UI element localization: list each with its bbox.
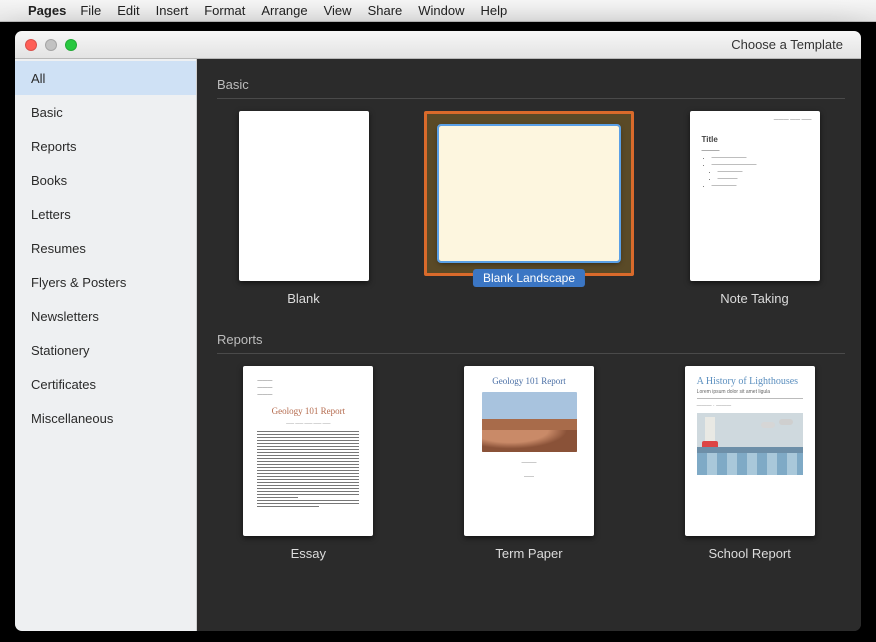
sidebar-item-newsletters[interactable]: Newsletters	[15, 299, 196, 333]
menu-help[interactable]: Help	[481, 3, 508, 18]
section-basic-row: Blank Blank Landscape ——— —— —— Title ——…	[213, 111, 845, 306]
sidebar-item-all[interactable]: All	[15, 61, 196, 95]
menu-window[interactable]: Window	[418, 3, 464, 18]
term-paper-title-text: Geology 101 Report	[478, 376, 580, 386]
sidebar-item-miscellaneous[interactable]: Miscellaneous	[15, 401, 196, 435]
menu-share[interactable]: Share	[368, 3, 403, 18]
category-sidebar: All Basic Reports Books Letters Resumes …	[15, 59, 197, 631]
macos-menubar: Pages File Edit Insert Format Arrange Vi…	[0, 0, 876, 22]
section-reports-row: ——— ——— ——— Geology 101 Report —— —— —— …	[213, 366, 845, 561]
sidebar-item-resumes[interactable]: Resumes	[15, 231, 196, 265]
menu-view[interactable]: View	[324, 3, 352, 18]
template-blank-landscape[interactable]: Blank Landscape	[424, 111, 634, 306]
term-paper-photo-placeholder	[482, 392, 577, 452]
window-controls	[25, 39, 77, 51]
window-titlebar: Choose a Template	[15, 31, 861, 59]
essay-title-text: Geology 101 Report	[257, 406, 359, 416]
template-note-taking[interactable]: ——— —— —— Title ——— ——————— ————————— ——…	[664, 111, 845, 306]
sidebar-item-books[interactable]: Books	[15, 163, 196, 197]
template-label: Blank	[287, 291, 320, 306]
section-heading-basic: Basic	[217, 77, 845, 99]
template-thumbnail-school-report[interactable]: A History of Lighthouses Lorem ipsum dol…	[685, 366, 815, 536]
school-report-photo-placeholder	[697, 413, 803, 475]
template-label: Essay	[291, 546, 326, 561]
sidebar-item-certificates[interactable]: Certificates	[15, 367, 196, 401]
app-menu[interactable]: Pages	[28, 3, 66, 18]
menu-insert[interactable]: Insert	[156, 3, 189, 18]
window-title: Choose a Template	[731, 37, 843, 52]
minimize-window-button	[45, 39, 57, 51]
school-report-title-text: A History of Lighthouses	[697, 376, 803, 387]
template-label: Term Paper	[495, 546, 562, 561]
sidebar-item-letters[interactable]: Letters	[15, 197, 196, 231]
template-thumbnail-blank[interactable]	[239, 111, 369, 281]
selected-template-frame[interactable]: Blank Landscape	[424, 111, 634, 276]
menu-file[interactable]: File	[80, 3, 101, 18]
template-thumbnail-essay[interactable]: ——— ——— ——— Geology 101 Report —— —— —— …	[243, 366, 373, 536]
template-school-report[interactable]: A History of Lighthouses Lorem ipsum dol…	[654, 366, 845, 561]
menu-format[interactable]: Format	[204, 3, 245, 18]
section-heading-reports: Reports	[217, 332, 845, 354]
template-chooser-window: Choose a Template All Basic Reports Book…	[14, 30, 862, 632]
selected-template-label: Blank Landscape	[473, 269, 585, 287]
template-thumbnail-blank-landscape[interactable]	[439, 126, 619, 261]
sidebar-item-basic[interactable]: Basic	[15, 95, 196, 129]
sidebar-item-reports[interactable]: Reports	[15, 129, 196, 163]
note-date-placeholder: ——— —— ——	[690, 111, 820, 123]
template-thumbnail-note-taking[interactable]: ——— —— —— Title ——— ——————— ————————— ——…	[690, 111, 820, 281]
template-label: Note Taking	[720, 291, 788, 306]
school-report-subtitle-text: Lorem ipsum dolor sit amet ligula	[697, 389, 803, 399]
template-term-paper[interactable]: Geology 101 Report ——— —— Term Paper	[434, 366, 625, 561]
sidebar-item-stationery[interactable]: Stationery	[15, 333, 196, 367]
menu-arrange[interactable]: Arrange	[261, 3, 307, 18]
menu-edit[interactable]: Edit	[117, 3, 139, 18]
template-blank[interactable]: Blank	[213, 111, 394, 306]
close-window-button[interactable]	[25, 39, 37, 51]
note-subhead-placeholder: ———	[702, 148, 808, 154]
template-grid[interactable]: Basic Blank Blank Landscape ——— —— ——	[197, 59, 861, 631]
note-title-placeholder: Title	[702, 135, 808, 144]
template-essay[interactable]: ——— ——— ——— Geology 101 Report —— —— —— …	[213, 366, 404, 561]
zoom-window-button[interactable]	[65, 39, 77, 51]
template-label: School Report	[708, 546, 790, 561]
sidebar-item-flyers-posters[interactable]: Flyers & Posters	[15, 265, 196, 299]
template-thumbnail-term-paper[interactable]: Geology 101 Report ——— ——	[464, 366, 594, 536]
